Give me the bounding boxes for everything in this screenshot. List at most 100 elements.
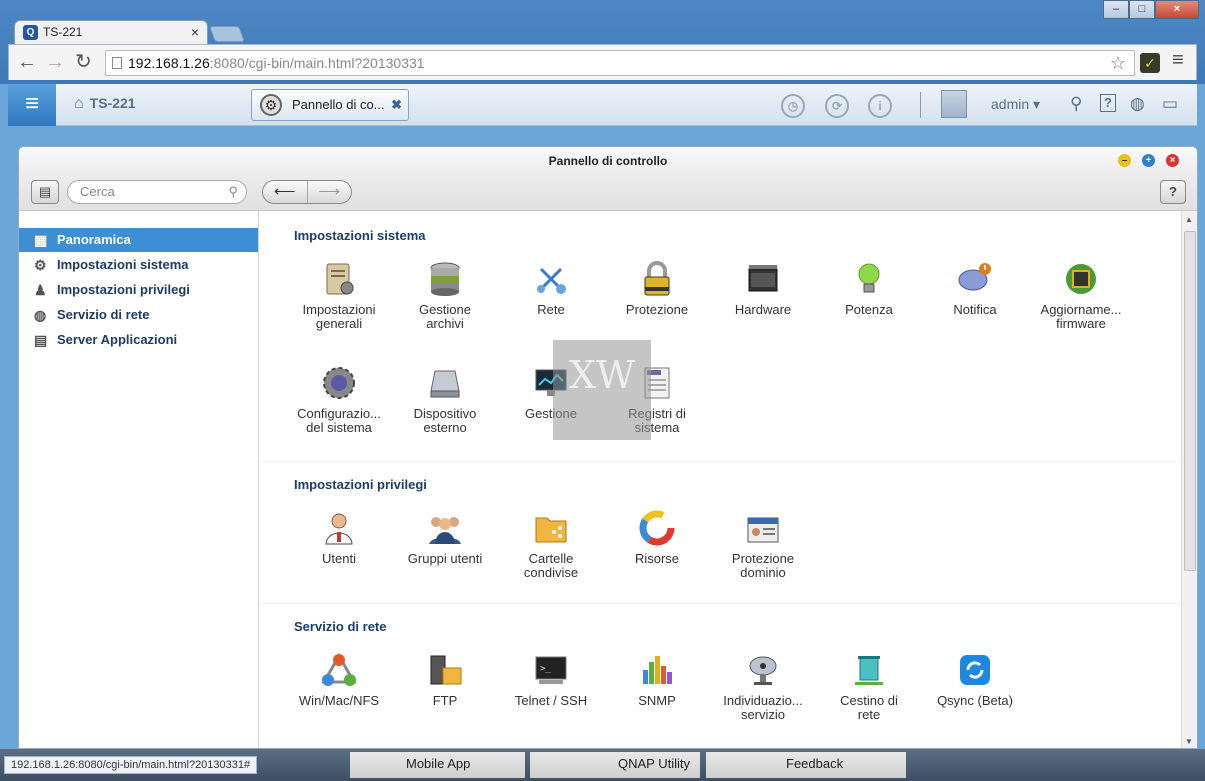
item-label-line2: esterno	[423, 420, 467, 435]
window-minimize-icon[interactable]: –	[1118, 154, 1131, 167]
item-aggiornamento-firmware[interactable]: Aggiorname... firmware	[1028, 261, 1134, 331]
nav-forward-button[interactable]: ⟶	[308, 181, 352, 203]
window-close-icon[interactable]: ×	[1166, 154, 1179, 167]
item-configurazione-sistema[interactable]: Configurazio... del sistema	[286, 365, 392, 435]
new-tab-button[interactable]	[209, 26, 245, 42]
item-gestione-archivi[interactable]: Gestione archivi	[392, 261, 498, 331]
bookmark-star-icon[interactable]: ☆	[1110, 51, 1126, 75]
scrollbar-thumb[interactable]	[1184, 231, 1196, 571]
item-qsync[interactable]: Qsync (Beta)	[922, 652, 1028, 708]
item-label-line1: FTP	[432, 693, 458, 708]
item-protezione[interactable]: Protezione	[604, 261, 710, 317]
reload-icon[interactable]: ↻	[75, 51, 92, 73]
main-menu-icon[interactable]: ≡	[8, 84, 56, 126]
info-icon[interactable]: i	[868, 94, 892, 118]
minimize-button[interactable]: –	[1103, 0, 1129, 19]
item-label-line1: Cestino di	[840, 693, 898, 708]
vertical-scrollbar[interactable]: ▲ ▼	[1181, 211, 1197, 748]
item-label-line2: archivi	[426, 316, 464, 331]
item-potenza[interactable]: Potenza	[816, 261, 922, 317]
toggle-sidebar-button[interactable]: ▤	[31, 180, 59, 204]
item-win-mac-nfs[interactable]: Win/Mac/NFS	[286, 652, 392, 708]
browser-menu-icon[interactable]: ≡	[1172, 49, 1184, 72]
monitor-icon[interactable]: ▭	[1162, 94, 1178, 114]
item-gruppi-utenti[interactable]: Gruppi utenti	[392, 510, 498, 566]
sync-icon[interactable]: ⟳	[825, 94, 849, 118]
item-label-line1: Qsync (Beta)	[937, 693, 1013, 708]
clock-icon[interactable]: ◷	[781, 94, 805, 118]
forward-arrow-icon[interactable]: →	[45, 51, 65, 73]
qsync-sync-icon	[957, 652, 993, 688]
item-label-line1: Aggiorname...	[1040, 302, 1122, 317]
sidebar-item-label: Servizio di rete	[57, 307, 150, 322]
item-utenti[interactable]: Utenti	[286, 510, 392, 566]
item-label-line1: Rete	[537, 302, 565, 317]
browser-tab[interactable]: Q TS-221 ×	[14, 20, 208, 44]
item-cartelle-condivise[interactable]: Cartelle condivise	[498, 510, 604, 580]
item-individuazione-servizio[interactable]: Individuazio... servizio	[710, 652, 816, 722]
sidebar-item-server-applicazioni[interactable]: ▤ Server Applicazioni	[19, 328, 258, 352]
item-label-line1: Gestione	[418, 302, 472, 317]
app-tab-control-panel[interactable]: ⚙ Pannello di co... ✖	[251, 89, 409, 121]
window-maximize-icon[interactable]: +	[1142, 154, 1155, 167]
sidebar-item-servizio-di-rete[interactable]: ◍ Servizio di rete	[19, 303, 258, 327]
item-label-line1: Win/Mac/NFS	[298, 693, 380, 708]
username: admin	[991, 96, 1030, 112]
item-protezione-dominio[interactable]: Protezione dominio	[710, 510, 816, 580]
tab-close-icon[interactable]: ×	[191, 21, 199, 43]
extension-icon[interactable]: ✓	[1140, 53, 1160, 73]
item-impostazioni-generali[interactable]: Impostazioni generali	[286, 261, 392, 331]
item-label-line1: Notifica	[953, 302, 997, 317]
search-icon[interactable]: ⚲	[1070, 94, 1082, 114]
user-menu[interactable]: admin ▾	[991, 96, 1040, 113]
svg-text:>_: >_	[540, 664, 551, 674]
sidebar: ▦ Panoramica ⚙ Impostazioni sistema ♟ Impos…	[19, 211, 259, 748]
item-ftp[interactable]: FTP	[392, 652, 498, 708]
tab-title: TS-221	[43, 25, 83, 39]
url-host: 192.168.1.26	[128, 55, 210, 71]
close-window-button[interactable]: ×	[1155, 0, 1199, 19]
bar-chart-icon	[639, 652, 675, 688]
qnap-utility-link[interactable]: QNAP Utility	[530, 752, 700, 778]
scroll-up-icon[interactable]: ▲	[1185, 215, 1193, 224]
user-avatar[interactable]	[941, 90, 967, 118]
item-dispositivo-esterno[interactable]: Dispositivo esterno	[392, 365, 498, 435]
gear-icon: ⚙	[260, 94, 282, 116]
help-icon[interactable]: ?	[1100, 94, 1116, 112]
item-label-line2: servizio	[740, 707, 786, 722]
address-bar[interactable]: 192.168.1.26:8080/cgi-bin/main.html?2013…	[105, 50, 1135, 76]
sidebar-item-label: Impostazioni privilegi	[57, 282, 190, 297]
firmware-chip-icon	[1063, 261, 1099, 297]
maximize-button[interactable]: □	[1129, 0, 1155, 19]
item-telnet-ssh[interactable]: >_ Telnet / SSH	[498, 652, 604, 708]
item-snmp[interactable]: SNMP	[604, 652, 710, 708]
item-rete[interactable]: Rete	[498, 261, 604, 317]
item-notifica[interactable]: Notifica	[922, 261, 1028, 317]
big-gear-icon	[321, 365, 357, 401]
nav-back-button[interactable]: ⟵	[263, 181, 308, 203]
app-tab-label: Pannello di co...	[292, 97, 385, 112]
sidebar-item-impostazioni-sistema[interactable]: ⚙ Impostazioni sistema	[19, 253, 258, 277]
user-icon: ♟	[34, 282, 47, 298]
item-risorse[interactable]: Risorse	[604, 510, 710, 566]
scroll-down-icon[interactable]: ▼	[1185, 737, 1193, 746]
server-icon: ▤	[34, 332, 48, 348]
sidebar-item-panoramica[interactable]: ▦ Panoramica	[19, 228, 258, 252]
window-help-button[interactable]: ?	[1160, 180, 1186, 204]
globe-icon[interactable]: ◍	[1130, 94, 1145, 114]
search-input[interactable]: Cerca ⚲	[67, 180, 247, 204]
sidebar-item-impostazioni-privilegi[interactable]: ♟ Impostazioni privilegi	[19, 278, 258, 302]
feedback-link[interactable]: Feedback	[706, 752, 906, 778]
qnap-favicon-icon: Q	[23, 25, 38, 40]
home-link[interactable]: ⌂ TS-221	[74, 95, 136, 113]
mobile-app-link[interactable]: Mobile App	[350, 752, 525, 778]
item-label-line2: generali	[315, 316, 363, 331]
back-arrow-icon[interactable]: ←	[17, 51, 37, 73]
item-label-line1: Protezione	[625, 302, 689, 317]
section-title-servizio-di-rete: Servizio di rete	[294, 619, 387, 634]
item-hardware[interactable]: Hardware	[710, 261, 816, 317]
app-tab-close-icon[interactable]: ✖	[391, 90, 402, 120]
recycle-bin-icon	[851, 652, 887, 688]
watermark-logo: XW	[553, 340, 651, 440]
item-cestino-di-rete[interactable]: Cestino di rete	[816, 652, 922, 722]
